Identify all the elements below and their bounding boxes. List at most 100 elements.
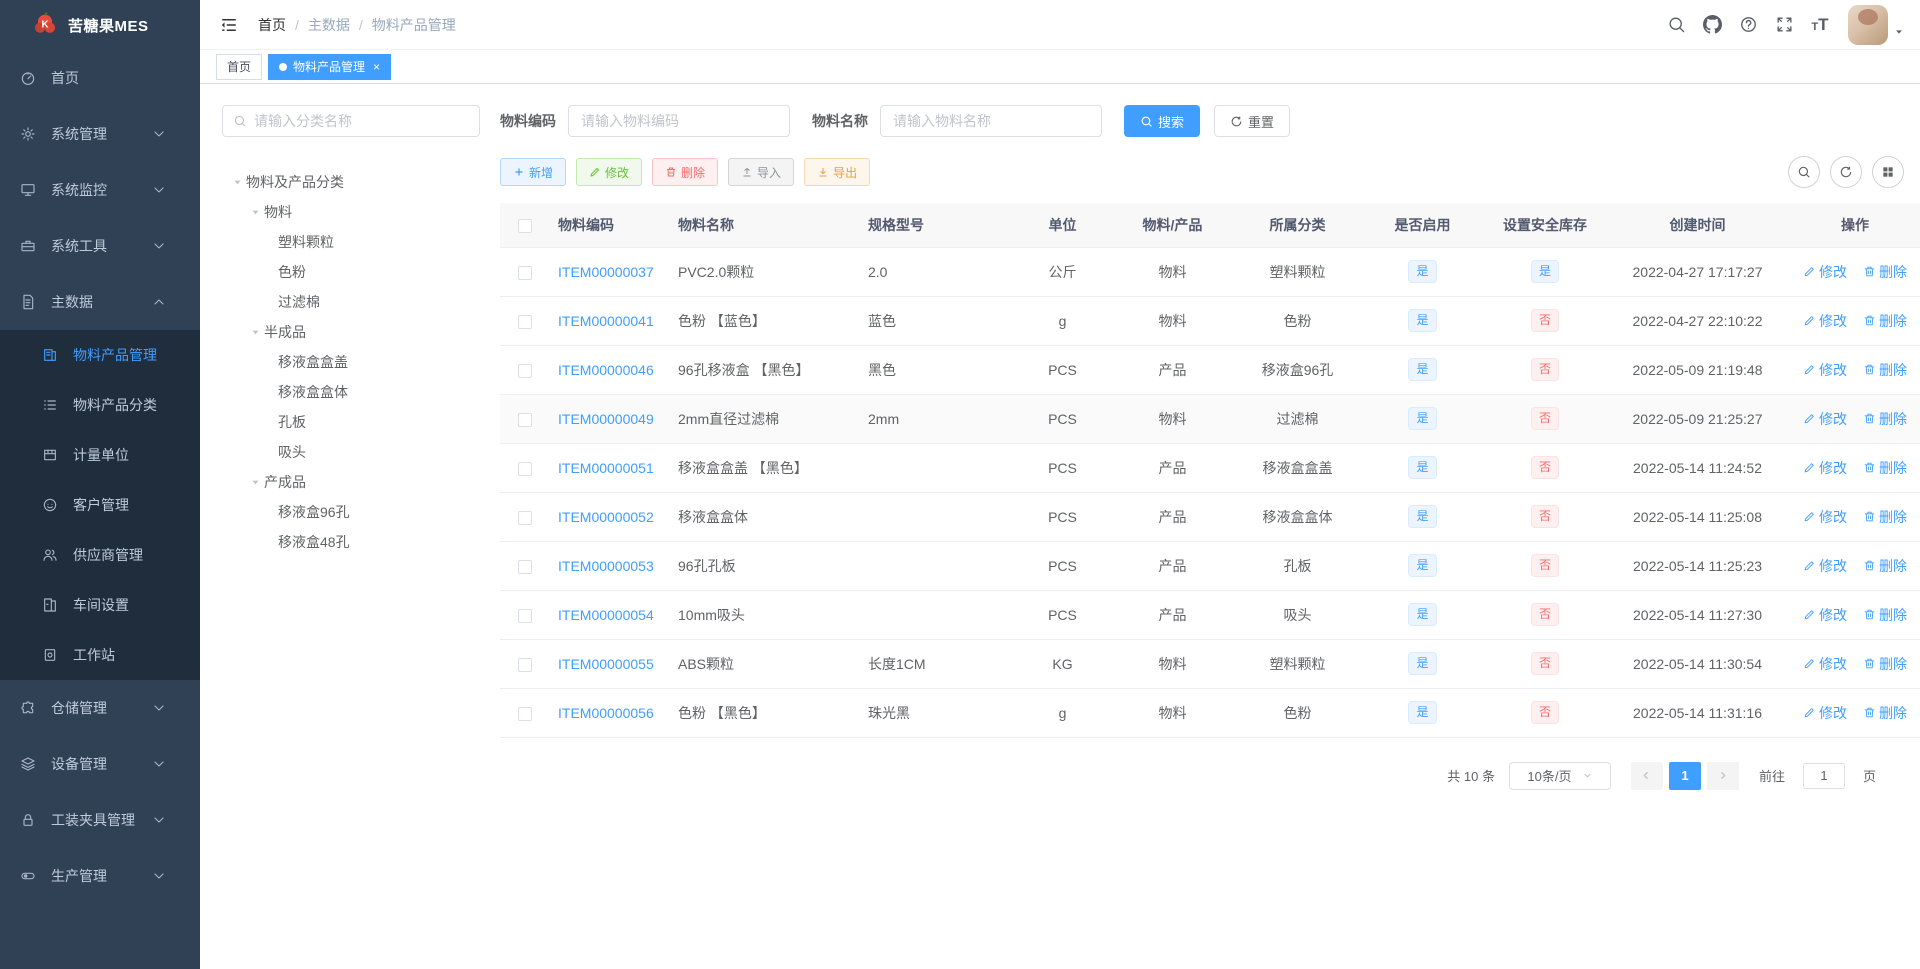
row-checkbox[interactable] [518,559,532,574]
row-checkbox[interactable] [518,510,532,525]
tree-node[interactable]: 色粉 [222,257,480,287]
tab-首页[interactable]: 首页 [216,53,263,80]
tree-node[interactable]: 物料 [222,197,480,227]
import-button[interactable]: 导入 [728,158,795,186]
material-code-link[interactable]: ITEM00000041 [558,313,654,329]
sidebar-item-workstation[interactable]: 工作站 [0,630,200,680]
row-delete-link[interactable]: 删除 [1863,458,1907,478]
fullscreen-icon[interactable] [1766,5,1802,45]
tree-node[interactable]: 移液盒盒盖 [222,347,480,377]
row-edit-link[interactable]: 修改 [1803,458,1847,478]
tree-node[interactable]: 移液盒48孔 [222,527,480,557]
sidebar-item-device-mgmt[interactable]: 设备管理 [0,736,200,792]
material-code-link[interactable]: ITEM00000056 [558,705,654,721]
row-edit-link[interactable]: 修改 [1803,556,1847,576]
search-icon[interactable] [1658,5,1694,45]
delete-button[interactable]: 删除 [652,158,719,186]
sidebar-item-master-data[interactable]: 主数据 [0,274,200,330]
tree-node[interactable]: 移液盒96孔 [222,497,480,527]
row-checkbox[interactable] [518,657,532,672]
sidebar-item-warehouse-mgmt[interactable]: 仓储管理 [0,680,200,736]
row-checkbox[interactable] [518,461,532,476]
row-checkbox[interactable] [518,265,532,280]
material-code-link[interactable]: ITEM00000053 [558,558,654,574]
add-button[interactable]: 新增 [500,158,567,186]
sidebar-item-system-admin[interactable]: 系统管理 [0,106,200,162]
tree-node[interactable]: 半成品 [222,317,480,347]
avatar-caret-down-icon[interactable] [1894,27,1904,37]
toggle-search-icon[interactable] [1788,156,1820,188]
row-delete-link[interactable]: 删除 [1863,703,1907,723]
export-button[interactable]: 导出 [804,158,871,186]
tree-node[interactable]: 产成品 [222,467,480,497]
avatar[interactable] [1848,4,1888,45]
row-edit-link[interactable]: 修改 [1803,409,1847,429]
material-code-link[interactable]: ITEM00000055 [558,656,654,672]
row-edit-link[interactable]: 修改 [1803,311,1847,331]
material-code-link[interactable]: ITEM00000037 [558,264,654,280]
row-checkbox[interactable] [518,363,532,378]
material-code-link[interactable]: ITEM00000049 [558,411,654,427]
tree-search-input[interactable] [254,113,469,129]
sidebar-item-material-product-category[interactable]: 物料产品分类 [0,380,200,430]
breadcrumb-item[interactable]: 首页 [258,15,286,35]
search-button[interactable]: 搜索 [1124,105,1201,137]
sidebar-item-measure-unit[interactable]: 计量单位 [0,430,200,480]
row-edit-link[interactable]: 修改 [1803,654,1847,674]
tree-caret-icon[interactable] [246,208,264,217]
tab-close-icon[interactable]: × [373,61,380,73]
row-delete-link[interactable]: 删除 [1863,556,1907,576]
sidebar-item-production-mgmt[interactable]: 生产管理 [0,848,200,904]
page-size-select[interactable]: 10条/页 [1508,761,1611,790]
row-delete-link[interactable]: 删除 [1863,654,1907,674]
sidebar-item-fixture-mgmt[interactable]: 工装夹具管理 [0,792,200,848]
row-delete-link[interactable]: 删除 [1863,507,1907,527]
sidebar-item-home[interactable]: 首页 [0,50,200,106]
tree-caret-icon[interactable] [228,178,246,187]
material-code-input[interactable] [568,105,790,137]
sidebar-item-system-monitor[interactable]: 系统监控 [0,162,200,218]
goto-page-input[interactable] [1802,762,1845,789]
row-edit-link[interactable]: 修改 [1803,605,1847,625]
edit-button[interactable]: 修改 [576,158,643,186]
row-checkbox[interactable] [518,608,532,623]
row-delete-link[interactable]: 删除 [1863,409,1907,429]
tree-caret-icon[interactable] [246,328,264,337]
material-code-link[interactable]: ITEM00000054 [558,607,654,623]
row-checkbox[interactable] [518,412,532,427]
sidebar-item-system-tools[interactable]: 系统工具 [0,218,200,274]
select-all-checkbox[interactable] [518,218,532,233]
row-delete-link[interactable]: 删除 [1863,311,1907,331]
page-number-current[interactable]: 1 [1668,761,1701,790]
tree-node[interactable]: 过滤棉 [222,287,480,317]
sidebar-item-workshop-settings[interactable]: 车间设置 [0,580,200,630]
tree-node[interactable]: 孔板 [222,407,480,437]
row-checkbox[interactable] [518,314,532,329]
tree-node[interactable]: 移液盒盒体 [222,377,480,407]
row-delete-link[interactable]: 删除 [1863,262,1907,282]
row-edit-link[interactable]: 修改 [1803,360,1847,380]
sidebar-item-material-product-mgmt[interactable]: 物料产品管理 [0,330,200,380]
row-edit-link[interactable]: 修改 [1803,262,1847,282]
tree-node[interactable]: 物料及产品分类 [222,167,480,197]
reset-button[interactable]: 重置 [1214,105,1291,137]
material-code-link[interactable]: ITEM00000046 [558,362,654,378]
prev-page-icon[interactable] [1630,761,1663,790]
sidebar-item-customer-mgmt[interactable]: 客户管理 [0,480,200,530]
next-page-icon[interactable] [1706,761,1739,790]
tree-node[interactable]: 吸头 [222,437,480,467]
material-code-link[interactable]: ITEM00000052 [558,509,654,525]
app-logo[interactable]: K 苦糖果MES [0,0,200,50]
material-name-input[interactable] [880,105,1102,137]
material-code-link[interactable]: ITEM00000051 [558,460,654,476]
row-delete-link[interactable]: 删除 [1863,605,1907,625]
tree-node[interactable]: 塑料颗粒 [222,227,480,257]
refresh-table-icon[interactable] [1830,156,1862,188]
font-size-icon[interactable]: TT [1802,5,1838,45]
column-settings-icon[interactable] [1872,156,1904,188]
row-checkbox[interactable] [518,706,532,721]
row-edit-link[interactable]: 修改 [1803,703,1847,723]
sidebar-item-supplier-mgmt[interactable]: 供应商管理 [0,530,200,580]
collapse-sidebar-icon[interactable] [214,10,244,40]
row-edit-link[interactable]: 修改 [1803,507,1847,527]
